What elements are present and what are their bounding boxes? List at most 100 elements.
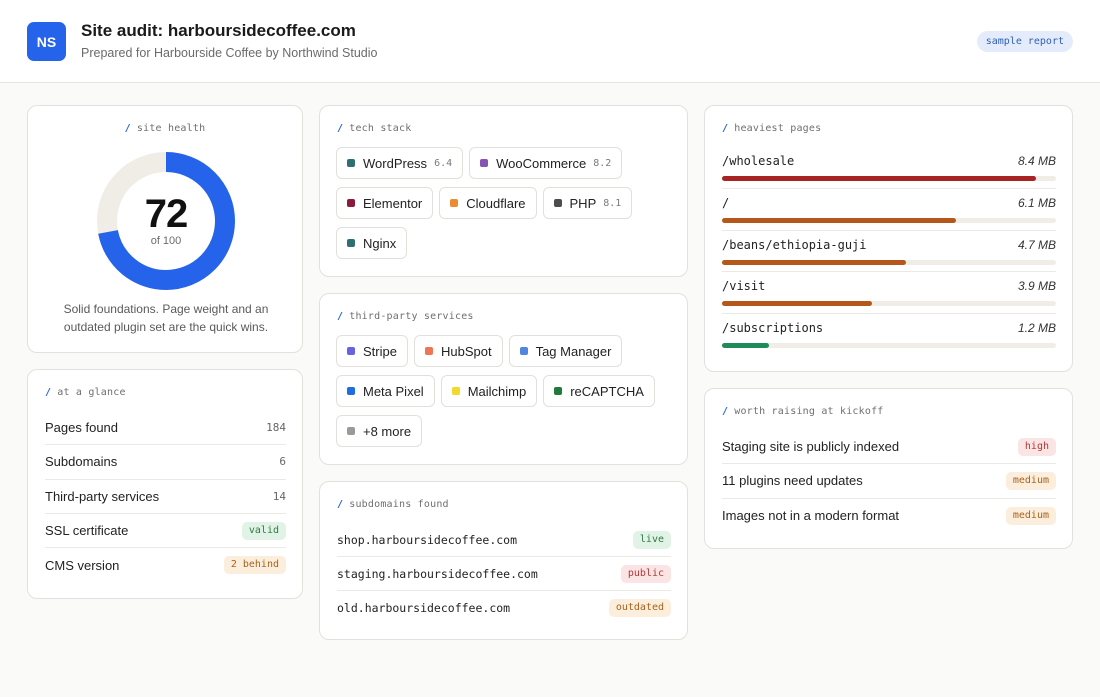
at-a-glance-card: / at a glance Pages found 184 Subdomains 6 Th… — [27, 369, 303, 599]
heaviest-pages-card: / heaviest pages /wholesale 8.4 MB/6.1 MB /… — [704, 105, 1073, 372]
subdomain-row: old.harboursidecoffee.com outdated — [337, 591, 671, 625]
glance-row: Third-party services 14 — [45, 480, 286, 514]
subdomains-label: / subdomains found — [337, 499, 449, 510]
service-chip: Cloudflare — [439, 187, 537, 219]
third-party-services-card: / third-party services Stripe HubSpot Tag M… — [319, 293, 688, 465]
third-party-chips: Stripe HubSpot Tag Manager Meta Pixel Mailch… — [336, 335, 676, 447]
page-title: Site audit: harboursidecoffee.com — [81, 21, 356, 40]
chip-name: WordPress — [363, 155, 428, 171]
service-chip: Nginx — [336, 227, 408, 259]
size-bar-track — [722, 176, 1056, 181]
tech-stack-label: / tech stack — [337, 123, 412, 134]
glance-row: CMS version 2 behind — [45, 548, 286, 582]
third-party-label: / third-party services — [337, 311, 474, 322]
size-bar-track — [722, 343, 1056, 349]
page-header: NS Site audit: harboursidecoffee.com Pre… — [0, 0, 1100, 83]
glance-row: Pages found 184 — [45, 411, 286, 446]
glance-list: Pages found 184 Subdomains 6 Third-party ser… — [45, 411, 286, 582]
color-dot-icon — [347, 199, 355, 207]
heavy-page-row: /beans/ethiopia-guji 4.7 MB — [722, 231, 1056, 273]
glance-row: Subdomains 6 — [45, 445, 286, 480]
size-bar-track — [722, 301, 1056, 307]
heavy-page-row: / 6.1 MB — [722, 189, 1056, 231]
glance-row-label: SSL certificate — [45, 523, 129, 539]
page-subtitle: Prepared for Harbourside Coffee by North… — [81, 46, 378, 60]
chip-name: Elementor — [363, 195, 423, 211]
kickoff-issues-label: / worth raising at kickoff — [722, 406, 884, 417]
color-dot-icon — [450, 199, 459, 207]
chip-name: Cloudflare — [466, 195, 526, 211]
service-chip: PHP 8.1 — [542, 187, 633, 219]
status-badge: outdated — [608, 599, 671, 617]
color-dot-icon — [554, 387, 563, 395]
chip-name: Meta Pixel — [363, 383, 424, 399]
subdomain-host: old.harboursidecoffee.com — [337, 601, 511, 615]
color-dot-icon — [347, 347, 355, 355]
issue-text: Staging site is publicly indexed — [722, 439, 900, 455]
service-chip: +8 more — [336, 415, 423, 447]
color-dot-icon — [451, 387, 460, 395]
size-bar-fill — [722, 343, 769, 349]
glance-row: SSL certificate valid — [45, 514, 286, 549]
page-path: /visit — [722, 279, 766, 294]
tech-stack-card: / tech stack WordPress 6.4 WooCommerce 8.2 El… — [319, 105, 688, 277]
glance-row-label: Pages found — [45, 420, 119, 436]
color-dot-icon — [519, 347, 528, 355]
subdomains-list: shop.harboursidecoffee.com live staging.ha… — [337, 523, 671, 625]
heavy-page-row: /wholesale 8.4 MB — [722, 147, 1056, 189]
health-score: 72 — [144, 192, 189, 236]
chip-version: 8.1 — [603, 197, 622, 209]
at-a-glance-label: / at a glance — [45, 387, 126, 398]
service-chip: HubSpot — [413, 335, 503, 367]
page-size: 1.2 MB — [1017, 321, 1056, 336]
glance-row-label: CMS version — [45, 557, 120, 573]
site-health-label: / site health — [124, 123, 206, 134]
service-chip: reCAPTCHA — [543, 375, 655, 407]
color-dot-icon — [347, 387, 355, 395]
issue-text: 11 plugins need updates — [722, 473, 863, 489]
tech-stack-chips: WordPress 6.4 WooCommerce 8.2 Elementor Cloud… — [336, 147, 676, 259]
chip-name: Mailchimp — [467, 383, 527, 399]
subdomain-host: shop.harboursidecoffee.com — [337, 532, 518, 547]
page-size: 6.1 MB — [1017, 195, 1056, 210]
service-chip: WordPress 6.4 — [336, 147, 464, 179]
subdomains-card: / subdomains found shop.harboursidecoffee… — [319, 481, 688, 640]
page-path: / — [722, 195, 730, 210]
service-chip: WooCommerce 8.2 — [469, 147, 623, 179]
subdomain-row: staging.harboursidecoffee.com public — [337, 557, 671, 591]
issue-text: Images not in a modern format — [722, 508, 900, 524]
heavy-page-row: /subscriptions 1.2 MB — [722, 314, 1056, 356]
page-size: 4.7 MB — [1017, 237, 1056, 252]
status-badge: valid — [241, 521, 286, 540]
color-dot-icon — [347, 239, 355, 247]
kickoff-issue-row: Staging site is publicly indexed high — [722, 430, 1056, 465]
chip-name: Stripe — [363, 343, 397, 359]
service-chip: Mailchimp — [440, 375, 538, 407]
status-badge: 2 behind — [223, 556, 286, 575]
studio-logo: NS — [27, 22, 66, 61]
severity-badge: high — [1017, 437, 1056, 456]
heaviest-pages-label: / heaviest pages — [722, 123, 822, 134]
status-badge: public — [620, 564, 671, 583]
service-chip: Tag Manager — [508, 335, 623, 367]
severity-badge: medium — [1005, 506, 1056, 525]
heaviest-pages-list: /wholesale 8.4 MB / 6.1 MB/beans/ethiopia-g… — [722, 147, 1056, 356]
chip-version: 8.2 — [593, 157, 612, 169]
chip-name: Tag Manager — [535, 343, 612, 359]
size-bar-track — [722, 217, 1056, 223]
health-score-max: of 100 — [150, 235, 182, 247]
size-bar-track — [722, 259, 1056, 265]
kickoff-issues-card: / worth raising at kickoff Staging site i… — [704, 388, 1073, 549]
glance-row-value: 184 — [266, 421, 286, 435]
page-size: 8.4 MB — [1017, 154, 1056, 168]
glance-row-label: Third-party services — [45, 488, 160, 504]
heavy-page-row: /visit 3.9 MB — [722, 272, 1056, 315]
status-badge: live — [632, 530, 671, 549]
glance-row-value: 14 — [272, 489, 286, 503]
color-dot-icon — [424, 347, 433, 355]
size-bar-fill — [722, 217, 956, 223]
sample-report-badge: sample report — [976, 31, 1073, 52]
color-dot-icon — [553, 199, 562, 207]
service-chip: Meta Pixel — [336, 375, 435, 407]
chip-name: +8 more — [363, 423, 412, 439]
